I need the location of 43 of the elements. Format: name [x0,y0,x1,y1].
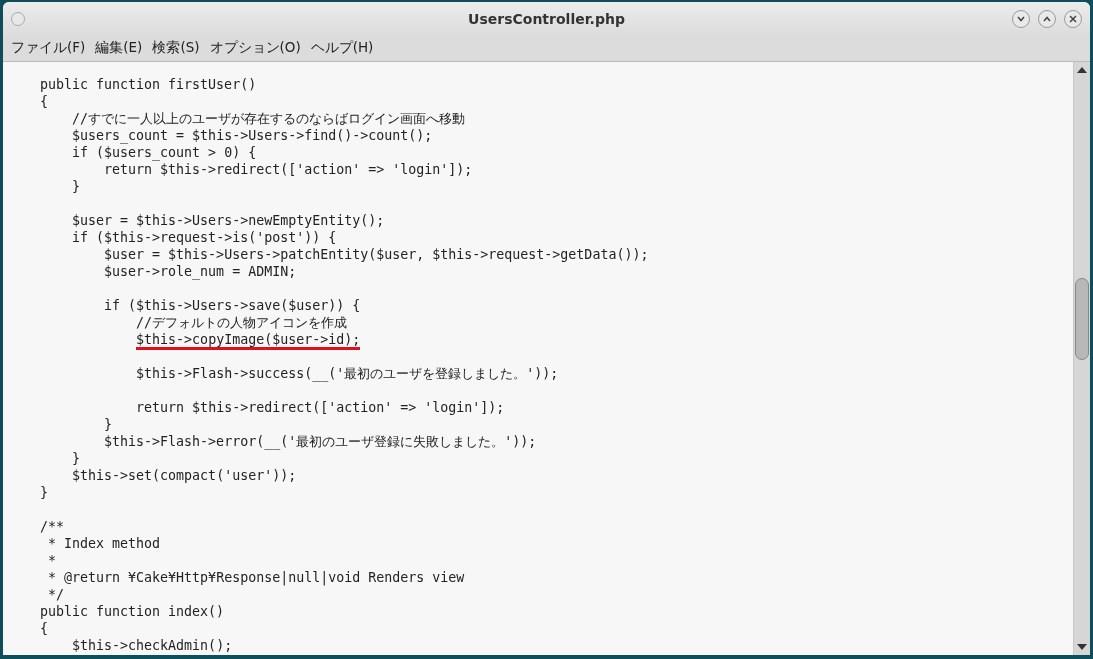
code-line: //すでに一人以上のユーザが存在するのならばログイン画面へ移動 [72,110,466,127]
menu-item[interactable]: ヘルプ(H) [310,39,374,57]
chevron-up-icon [1043,15,1051,22]
code-line: return $this->redirect(['action' => 'login']); [136,399,505,416]
code-line: $this->checkAdmin(); [72,637,233,654]
code-line: } [40,484,48,501]
menu-item[interactable]: 検索(S) [152,39,200,57]
code-line: } [72,450,81,467]
code-line: * Index method [48,535,161,552]
menu-item[interactable]: 編集(E) [95,39,143,57]
menu-item[interactable]: ファイル(F) [11,39,86,57]
code-line: $this->Flash->success(__('最初のユーザを登録しました。')); [136,365,559,382]
code-line: $user = $this->Users->newEmptyEntity(); [72,212,385,229]
code-line: */ [48,586,65,603]
window-title: UsersController.php [468,10,625,27]
code-line: } [104,416,113,433]
scrollbar-thumb[interactable] [1075,278,1089,360]
code-line: //デフォルトの人物アイコンを作成 [136,314,348,331]
minimize-button[interactable] [1012,9,1030,28]
code-line: { [40,620,48,637]
code-line: $user->role_num = ADMIN; [104,263,297,280]
menu-item[interactable]: オプション(O) [209,39,301,57]
code-line: { [40,93,48,110]
underlined-code-line: $this->copyImage($user->id); [136,332,361,350]
code-line: return $this->redirect(['action' => 'login']); [104,161,473,178]
scrollbar[interactable] [1073,62,1090,655]
close-icon [1069,14,1077,23]
code-line: $users_count = $this->Users->find()->count(); [72,127,433,144]
code-line: if ($users_count > 0) { [72,144,257,161]
maximize-button[interactable] [1038,9,1056,28]
code-line: * [48,552,57,569]
close-button[interactable] [1064,9,1082,28]
code-line: public function firstUser() [40,76,257,93]
code-line: } [72,178,81,195]
code-line: /** [40,518,65,535]
code-line: $this->Flash->error(__('最初のユーザ登録に失敗しました。')); [104,433,537,450]
code-line: * @return ¥Cake¥Http¥Response|null|void Renders view [48,569,465,586]
code-line: public function index() [40,603,225,620]
code-line: if ($this->request->is('post')) { [72,229,337,246]
chevron-down-icon [1017,15,1025,22]
code-line: $this->set(compact('user')); [72,467,297,484]
code-line: $user = $this->Users->patchEntity($user, $this->request->getData()); [104,246,649,263]
code-line: if ($this->Users->save($user)) { [104,297,361,314]
